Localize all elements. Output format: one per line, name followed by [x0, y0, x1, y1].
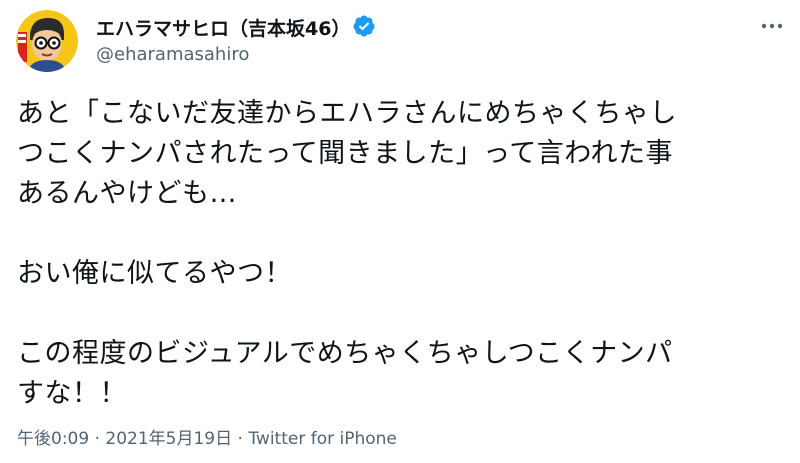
tweet-line: この程度のビジュアルでめちゃくちゃしつこくナンパ [17, 338, 673, 369]
avatar-illustration [16, 10, 78, 72]
author-avatar[interactable] [16, 10, 78, 72]
tweet-date[interactable]: 2021年5月19日 [105, 429, 232, 449]
tweet: エハラマサヒロ（吉本坂46） @eharamasahiro あと「こないだ友達か… [0, 0, 800, 463]
meta-separator: · [237, 429, 243, 449]
display-name[interactable]: エハラマサヒロ（吉本坂46） [96, 14, 350, 41]
handle[interactable]: @eharamasahiro [96, 44, 249, 65]
tweet-time[interactable]: 午後0:09 [17, 429, 89, 449]
tweet-source[interactable]: Twitter for iPhone [248, 429, 397, 449]
meta-separator: · [94, 429, 100, 449]
more-horizontal-icon[interactable] [758, 14, 786, 38]
tweet-text: あと「こないだ友達からエハラさんにめちゃくちゃし つこくナンパされたって聞きまし… [17, 94, 792, 414]
tweet-line: つこくナンパされたって聞きました」って言われた事 [17, 138, 673, 169]
verified-badge-icon [353, 15, 375, 37]
tweet-metadata: 午後0:09 · 2021年5月19日 · Twitter for iPhone [17, 424, 397, 449]
tweet-line: おい俺に似てるやつ！ [17, 258, 292, 289]
tweet-line: あと「こないだ友達からエハラさんにめちゃくちゃし [17, 98, 677, 129]
tweet-line: あるんやけども… [17, 178, 237, 209]
tweet-line: すな！！ [17, 378, 127, 409]
